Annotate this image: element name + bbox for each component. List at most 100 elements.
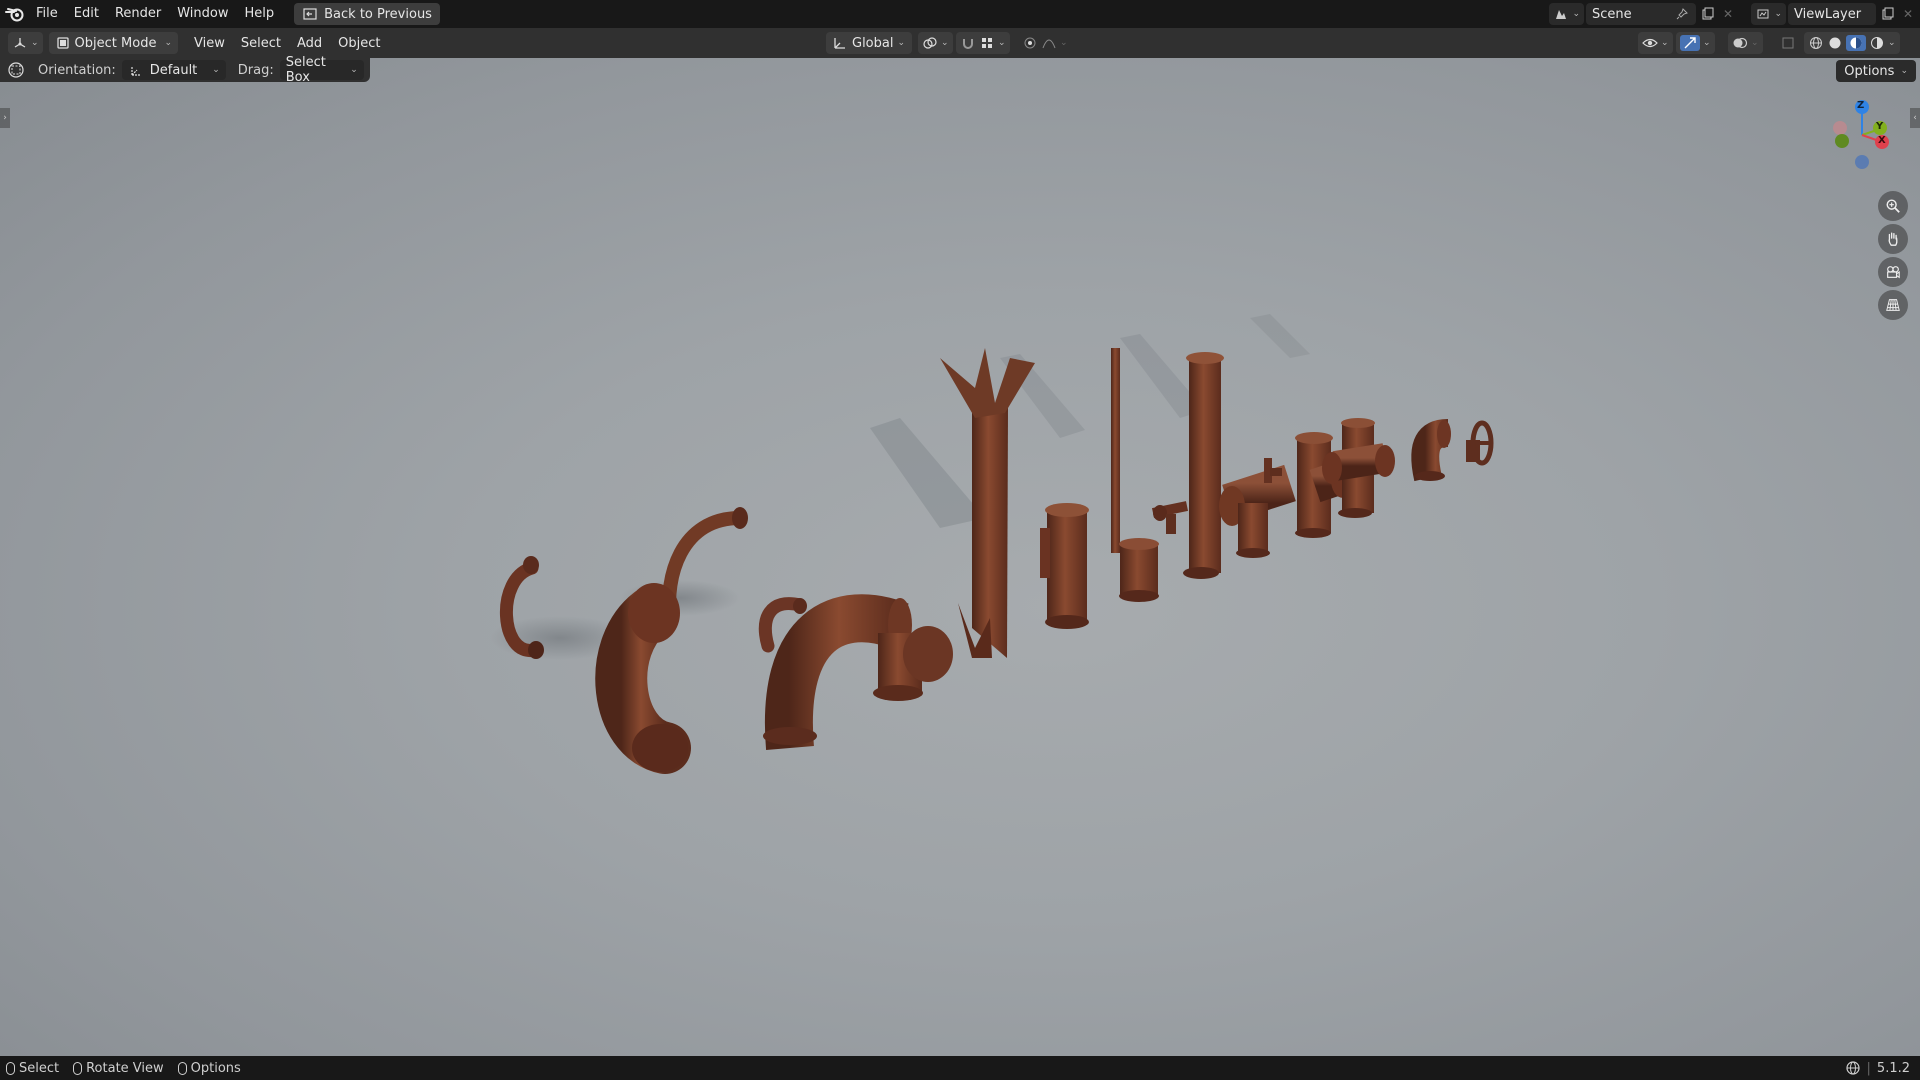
proportional-editing-icon[interactable] [1022,35,1038,51]
chevron-down-icon: ⌄ [1774,9,1782,19]
top-menu-bar: File Edit Render Window Help Back to Pre… [0,0,1920,28]
pan-view-button[interactable] [1878,224,1908,254]
chevron-down-icon: ⌄ [897,38,906,48]
3d-viewport[interactable]: › ‹ [0,58,1920,1056]
orientation-global-icon [832,35,848,51]
mouse-left-icon [6,1061,15,1075]
mouse-right-icon [177,1061,187,1075]
chevron-down-icon: ⌄ [212,65,220,75]
status-select-label: Select [19,1060,60,1076]
snap-increment-icon[interactable] [979,35,995,51]
status-rotate-hint: Rotate View [73,1061,164,1076]
orientation-dropdown[interactable]: Default ⌄ [121,60,226,80]
pipe-mesh [1270,468,1282,476]
proportional-editing-group: ⌄ [1018,32,1072,54]
status-bar: Select Rotate View Options | 5.1.2 [0,1056,1920,1080]
perspective-toggle-button[interactable] [1878,290,1908,320]
pipe-mesh [1295,528,1331,538]
sidebar-expand-arrow[interactable]: ‹ [1910,108,1920,128]
delete-viewlayer-icon[interactable]: ✕ [1900,6,1916,22]
status-right: | 5.1.2 [1845,1056,1910,1080]
pipe-mesh [1040,528,1050,578]
pin-icon[interactable] [1674,6,1690,22]
menu-select[interactable]: Select [233,36,289,51]
blender-logo-icon[interactable] [2,1,28,27]
falloff-curve-icon[interactable] [1041,35,1057,51]
tool-settings-bar: Orientation: Default ⌄ Drag: Select Box … [0,55,1920,85]
pivot-point-icon [922,35,938,51]
scene-name-field[interactable]: Scene [1586,3,1696,25]
viewlayer-name: ViewLayer [1794,6,1862,22]
show-gizmo-icon[interactable] [1680,35,1700,51]
3d-viewport-icon [12,35,28,51]
visibility-dropdown[interactable]: ⌄ [1638,32,1673,54]
delete-scene-icon[interactable]: ✕ [1720,6,1736,22]
status-select-hint: Select [6,1061,59,1076]
pipe-mesh [1119,590,1159,602]
navigation-gizmo[interactable]: Z Y X [1820,95,1900,185]
menu-view[interactable]: View [186,36,233,51]
object-mode-label: Object Mode [74,35,157,51]
overlays-icon[interactable] [1732,35,1748,51]
viewlayer-name-field[interactable]: ViewLayer [1788,3,1876,25]
menu-add[interactable]: Add [289,36,330,51]
menu-edit[interactable]: Edit [66,3,107,25]
object-mode-dropdown[interactable]: Object Mode ⌄ [48,32,178,54]
pipe-mesh [1238,503,1268,553]
pivot-point-dropdown[interactable]: ⌄ [918,32,953,54]
back-icon [302,6,318,22]
back-to-previous-button[interactable]: Back to Previous [294,3,440,25]
camera-view-button[interactable] [1878,257,1908,287]
orientation-default-icon [128,62,144,78]
wireframe-shading-icon[interactable] [1808,35,1824,51]
chevron-down-icon: ⌄ [941,38,949,48]
scene-browse-button[interactable]: ⌄ [1549,3,1584,25]
drag-value: Select Box [285,55,326,85]
active-tool-icon[interactable] [6,62,26,78]
chevron-down-icon[interactable]: ⌄ [1703,38,1711,48]
gizmo-axis-z[interactable]: Z [1857,100,1864,111]
menu-help[interactable]: Help [237,3,283,25]
chevron-down-icon[interactable]: ⌄ [998,38,1006,48]
shading-mode-group: ⌄ [1804,32,1900,54]
menu-object[interactable]: Object [330,36,388,51]
viewport-header: ⌄ Object Mode ⌄ View Select Add Object G… [0,28,1920,58]
transform-orientation-dropdown[interactable]: Global ⌄ [826,32,912,54]
gizmo-axis-x[interactable]: X [1878,135,1886,146]
chevron-down-icon: ⌄ [164,38,172,48]
editor-type-button[interactable]: ⌄ [8,32,43,54]
material-preview-icon[interactable] [1846,35,1866,51]
menu-render[interactable]: Render [107,3,169,25]
solid-shading-icon[interactable] [1827,35,1843,51]
hand-icon [1885,231,1901,247]
chevron-down-icon[interactable]: ⌄ [1888,38,1896,48]
pipe-mesh [1415,471,1445,481]
grid-perspective-icon [1885,297,1901,313]
pipe-mesh [1047,510,1087,622]
pipe-mesh [1375,445,1395,477]
eye-icon [1642,35,1658,51]
new-viewlayer-icon[interactable] [1880,6,1896,22]
chevron-down-icon[interactable]: ⌄ [1751,38,1759,48]
viewlayer-selector: ⌄ ViewLayer ✕ [1751,3,1916,25]
chevron-down-icon[interactable]: ⌄ [1060,38,1068,48]
menu-file[interactable]: File [28,3,66,25]
chevron-down-icon: ⌄ [31,38,39,48]
pipe-mesh [1045,615,1089,629]
pipe-mesh [732,507,748,529]
snap-magnet-icon[interactable] [960,35,976,51]
menu-window[interactable]: Window [169,3,236,25]
snapping-group: ⌄ [956,32,1010,54]
xray-toggle-icon[interactable] [1780,35,1796,51]
new-scene-icon[interactable] [1700,6,1716,22]
viewlayer-browse-button[interactable]: ⌄ [1751,3,1786,25]
toolbar-expand-arrow[interactable]: › [0,108,10,128]
drag-dropdown[interactable]: Select Box ⌄ [279,55,364,85]
options-dropdown[interactable]: Options ⌄ [1836,60,1916,82]
chevron-down-icon: ⌄ [1661,38,1669,48]
network-globe-icon[interactable] [1845,1060,1861,1076]
rendered-shading-icon[interactable] [1869,35,1885,51]
object-mode-icon [55,35,71,51]
gizmo-axis-y[interactable]: Y [1876,121,1883,132]
zoom-view-button[interactable] [1878,191,1908,221]
